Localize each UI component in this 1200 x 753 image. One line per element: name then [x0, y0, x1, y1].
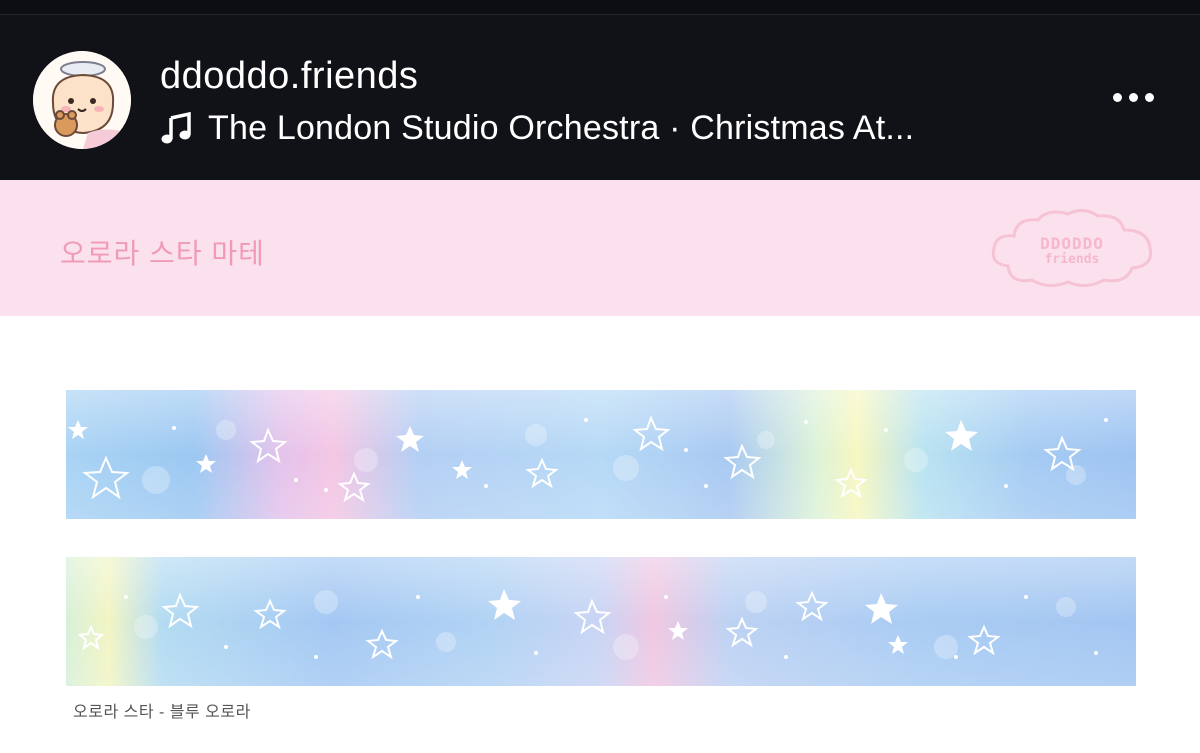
music-info[interactable]: The London Studio Orchestra · Christmas … [160, 108, 914, 148]
post-header: ddoddo.friends The London Studio Orchest… [0, 15, 1200, 180]
product-caption: 오로라 스타 - 블루 오로라 [73, 704, 251, 721]
brand-logo-line1: DDODDO [1040, 234, 1104, 253]
avatar-illustration [33, 51, 131, 149]
banner-title: 오로라 스타 마테 [60, 238, 265, 269]
product-banner: 오로라 스타 마테 DDODDO friends [0, 180, 1200, 316]
music-note-icon [161, 111, 191, 144]
avatar[interactable] [33, 51, 131, 149]
username[interactable]: ddoddo.friends [160, 55, 418, 98]
brand-logo: DDODDO friends [986, 204, 1158, 292]
music-track-label: The London Studio Orchestra · Christmas … [208, 108, 915, 147]
product-content: 오로라 스타 - 블루 오로라 [0, 316, 1200, 753]
top-status-strip [0, 0, 1200, 15]
more-options-icon[interactable] [1098, 75, 1168, 119]
tape-image-aurora-star-2 [66, 557, 1136, 686]
brand-logo-line2: friends [1044, 252, 1100, 267]
tape-image-aurora-star-1 [66, 390, 1136, 519]
